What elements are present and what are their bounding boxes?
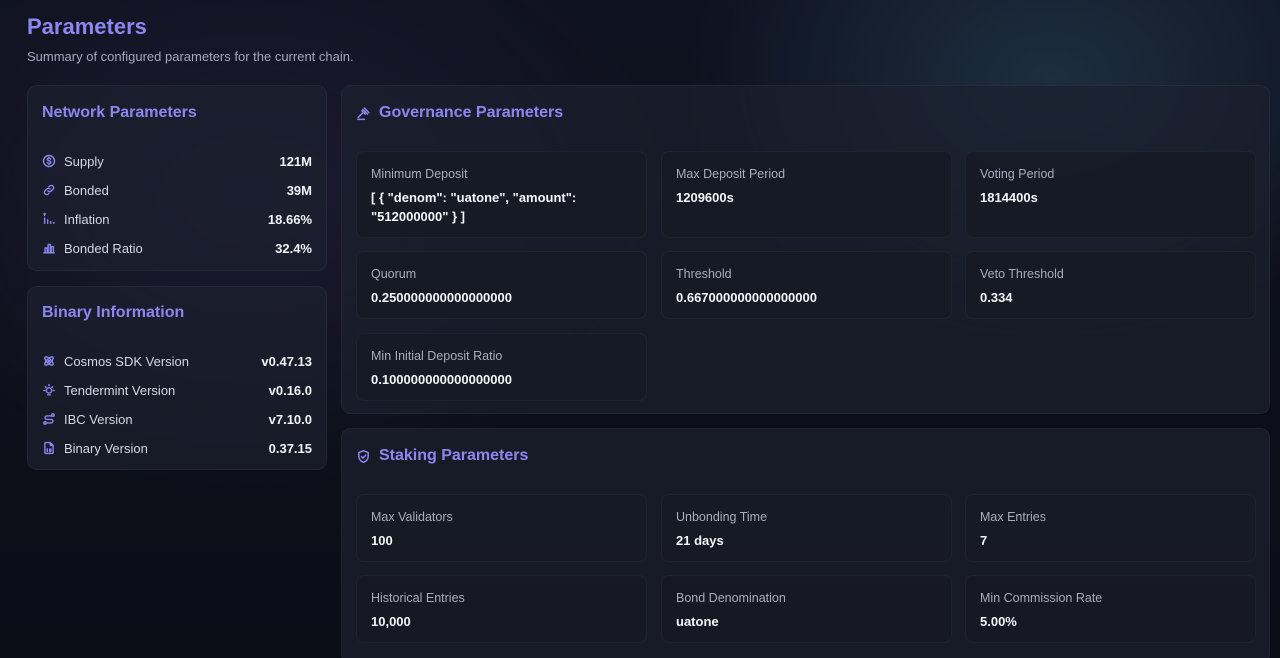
network-label: Supply [64,153,104,169]
param-tile: Voting Period 1814400s [965,151,1256,238]
binary-information-card: Binary Information Cosmos SDK Version v0… [27,286,327,470]
param-value: 5.00% [980,614,1017,629]
param-value: 10,000 [371,614,411,629]
param-label: Min Initial Deposit Ratio [371,349,503,363]
param-tile: Historical Entries 10,000 [356,575,647,643]
param-value: 7 [980,533,988,548]
param-label: Minimum Deposit [371,167,468,181]
network-value: 39M [286,182,312,198]
param-label: Threshold [676,267,732,281]
param-label: Historical Entries [371,591,465,605]
network-row-bonded-ratio: Bonded Ratio 32.4% [42,238,312,258]
staking-title-text: Staking Parameters [379,447,529,464]
binary-row-tendermint: Tendermint Version v0.16.0 [42,380,312,400]
page-subtitle: Summary of configured parameters for the… [27,49,354,64]
param-tile: Bond Denomination uatone [661,575,952,643]
param-label: Max Deposit Period [676,167,786,181]
network-label: Bonded Ratio [64,240,143,256]
param-label: Unbonding Time [676,510,768,524]
param-tile: Threshold 0.667000000000000000 [661,251,952,319]
binary-information-title: Binary Information [42,304,185,321]
governance-title-text: Governance Parameters [379,104,564,121]
param-tile: Veto Threshold 0.334 [965,251,1256,319]
file-binary-icon [44,441,54,455]
network-label: Bonded [64,182,109,198]
staking-parameters-card: Staking Parameters Max Validators 100 Un… [341,428,1270,658]
dollar-circle-icon [42,154,56,168]
governance-parameters-card: Governance Parameters Minimum Deposit [ … [341,85,1270,414]
param-value: 1209600s [676,190,734,205]
binary-label: Cosmos SDK Version [64,353,189,369]
network-label: Inflation [64,211,110,227]
param-value: 21 days [676,533,724,548]
param-value: 0.667000000000000000 [676,290,817,305]
binary-label: Tendermint Version [64,382,176,398]
binary-row-cosmos-sdk: Cosmos SDK Version v0.47.13 [42,351,312,371]
network-value: 121M [279,153,312,169]
binary-value: v0.16.0 [268,382,312,398]
param-tile: Max Validators 100 [356,494,647,562]
param-tile: Min Commission Rate 5.00% [965,575,1256,643]
param-tile: Unbonding Time 21 days [661,494,952,562]
shield-check-icon [358,449,369,463]
param-value: [ { "denom": "uatone", "amount": "512000… [371,190,577,224]
network-parameters-card: Network Parameters Supply 121M Bonded 39… [27,85,327,271]
binary-value: v0.47.13 [261,353,312,369]
bar-chart-icon [43,243,55,254]
param-label: Bond Denomination [676,591,786,605]
param-label: Max Entries [980,510,1046,524]
lightbulb-icon [43,383,55,396]
param-value: 0.250000000000000000 [371,290,512,305]
staking-parameters-title: Staking Parameters [356,447,528,465]
network-row-bonded: Bonded 39M [42,180,312,200]
network-value: 32.4% [275,240,312,256]
param-tile: Max Entries 7 [965,494,1256,562]
binary-row-ibc: IBC Version v7.10.0 [42,409,312,429]
binary-value: v7.10.0 [268,411,312,427]
gavel-icon [357,106,370,120]
param-tile: Minimum Deposit [ { "denom": "uatone", "… [356,151,647,238]
param-tile: Min Initial Deposit Ratio 0.100000000000… [356,333,647,401]
signal-bars-icon [43,212,55,225]
param-tile: Max Deposit Period 1209600s [661,151,952,238]
binary-value: 0.37.15 [268,440,312,456]
param-label: Min Commission Rate [980,591,1103,605]
network-parameters-title: Network Parameters [42,104,197,121]
param-value: 1814400s [980,190,1038,205]
param-tile: Quorum 0.250000000000000000 [356,251,647,319]
network-row-inflation: Inflation 18.66% [42,209,312,229]
param-value: 0.100000000000000000 [371,372,512,387]
binary-row-binary: Binary Version 0.37.15 [42,438,312,458]
param-value: 100 [371,533,393,548]
governance-parameters-title: Governance Parameters [356,104,563,122]
network-row-supply: Supply 121M [42,151,312,171]
param-label: Voting Period [980,167,1055,181]
route-icon [43,413,55,425]
param-value: uatone [676,614,719,629]
link-icon [43,184,55,196]
binary-label: IBC Version [64,411,133,427]
binary-label: Binary Version [64,440,148,456]
param-label: Quorum [371,267,417,281]
network-value: 18.66% [267,211,312,227]
page-title: Parameters [27,14,147,39]
param-label: Max Validators [371,510,453,524]
atom-icon [44,356,54,366]
param-label: Veto Threshold [980,267,1064,281]
param-value: 0.334 [980,290,1013,305]
